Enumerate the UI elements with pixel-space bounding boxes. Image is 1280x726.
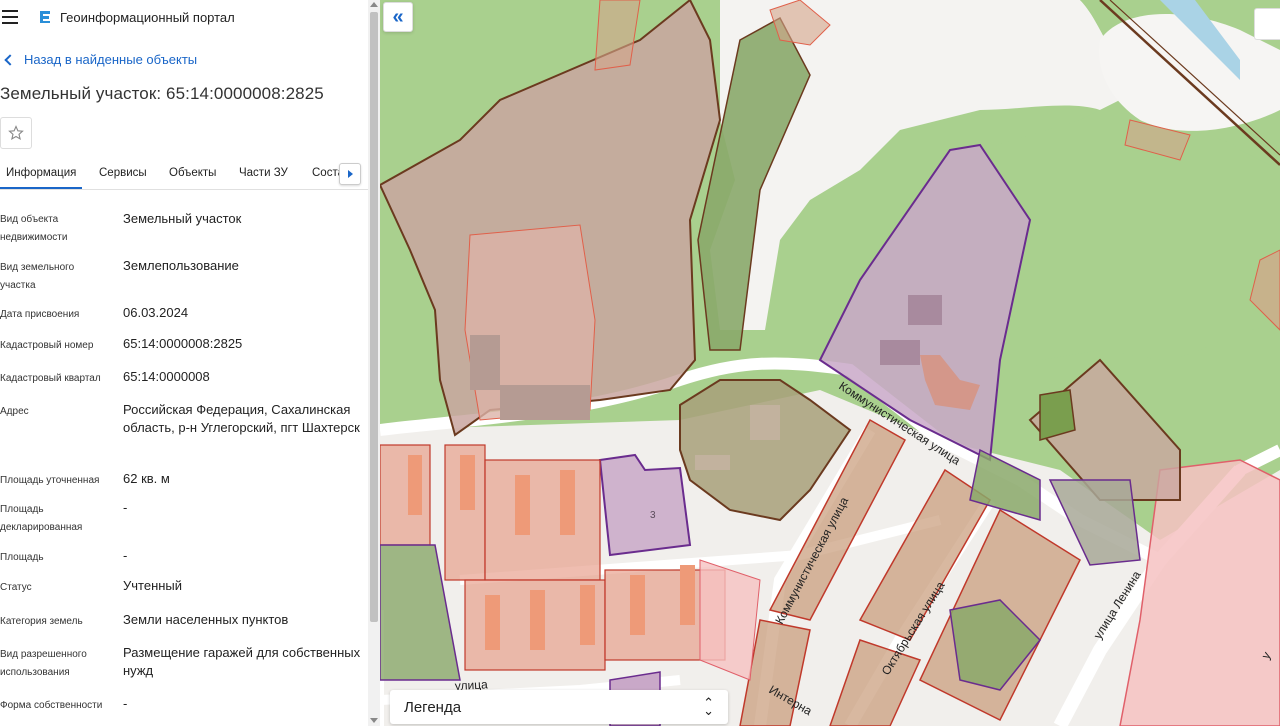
map-parcel-pink[interactable] [699,559,761,681]
double-chevron-left-icon: « [392,5,404,28]
tab-information[interactable]: Информация [0,158,83,189]
portal-logo-icon [40,11,50,23]
info-label: Площадь декларированная [0,504,83,533]
info-value: 06.03.2024 [123,305,189,320]
menu-icon[interactable] [2,10,22,24]
info-label: Категория земель [0,616,83,627]
top-bar: Геоинформационный портал [0,0,368,34]
app-title: Геоинформационный портал [60,9,235,25]
info-label: Кадастровый квартал [0,373,101,384]
favorite-button[interactable] [0,117,32,149]
info-label: Площадь уточненная [0,475,100,486]
info-value: 65:14:0000008 [123,369,210,384]
map-building [515,475,530,535]
map-building [485,595,500,650]
map-building [880,340,920,365]
map-building [500,385,590,420]
map-building [750,405,780,440]
info-value: 65:14:0000008:2825 [123,336,243,351]
info-label: Статус [0,582,32,593]
info-value: - [123,548,128,563]
info-value: - [123,696,128,711]
map-canvas[interactable]: 3 Коммунистическая улица Коммунистическа… [380,0,1280,726]
tab-services[interactable]: Сервисы [99,158,147,189]
tab-composition[interactable]: Состав [312,158,342,189]
map-building [560,470,575,535]
scroll-up-arrow-icon[interactable] [370,2,378,7]
map-control-button[interactable] [1254,8,1280,40]
tab-bar: Информация Сервисы Объекты Части ЗУ Сост… [0,158,368,190]
map-view[interactable]: 3 Коммунистическая улица Коммунистическа… [380,0,1280,726]
back-to-results-link[interactable]: Назад в найденные объекты [4,52,198,67]
map-parcel-garage[interactable] [484,459,601,581]
info-value: Учтенный [123,578,183,593]
info-label: Дата присвоения [0,309,80,320]
map-building [630,575,645,635]
chevron-left-icon [4,54,16,66]
info-label: Площадь [0,552,44,563]
info-label: Форма собственности [0,700,103,711]
page-title: Земельный участок: 65:14:0000008:2825 [0,84,324,103]
map-building [530,590,545,650]
info-value: 62 кв. м [123,471,170,486]
info-label: Вид разрешенного использования [0,649,87,678]
chevron-updown-icon: ⌃ ⌄ [703,695,714,718]
map-building [695,455,730,470]
map-building [470,335,500,390]
info-value: Земли населенных пунктов [123,612,289,627]
info-panel: Геоинформационный портал Назад в найденн… [0,0,368,726]
map-parcel-garage[interactable] [380,444,431,546]
scroll-down-arrow-icon[interactable] [370,718,378,723]
info-label: Вид земельного участка [0,262,75,291]
info-value: Размещение гаражей для собственных нужд [123,645,361,678]
tab-objects[interactable]: Объекты [169,158,216,189]
info-value: Российская Федерация, Сахалинская област… [123,402,360,435]
star-icon [8,125,24,141]
info-value: Земельный участок [123,211,242,226]
arrow-right-icon [347,170,353,178]
info-label: Адрес [0,406,29,417]
legend-label: Легенда [404,698,462,716]
info-value: - [123,500,128,515]
collapse-panel-button[interactable]: « [383,2,413,32]
tabs-scroll-right-button[interactable] [339,163,361,185]
back-link-label: Назад в найденные объекты [24,52,198,67]
map-building [908,295,942,325]
map-building [408,455,422,515]
info-label: Кадастровый номер [0,340,94,351]
map-building [680,565,695,625]
map-parcel-number: 3 [650,510,656,521]
info-value: Землепользование [123,258,239,273]
info-label: Вид объекта недвижимости [0,214,68,243]
scrollbar-thumb[interactable] [370,12,378,622]
map-parcel-3[interactable] [598,453,692,557]
tab-parts[interactable]: Части ЗУ [239,158,288,189]
app-root: Геоинформационный портал Назад в найденн… [0,0,1280,726]
panel-scrollbar[interactable] [368,0,380,726]
legend-dropdown[interactable]: Легенда ⌃ ⌄ [390,690,728,724]
map-building [460,455,475,510]
map-building [580,585,595,645]
